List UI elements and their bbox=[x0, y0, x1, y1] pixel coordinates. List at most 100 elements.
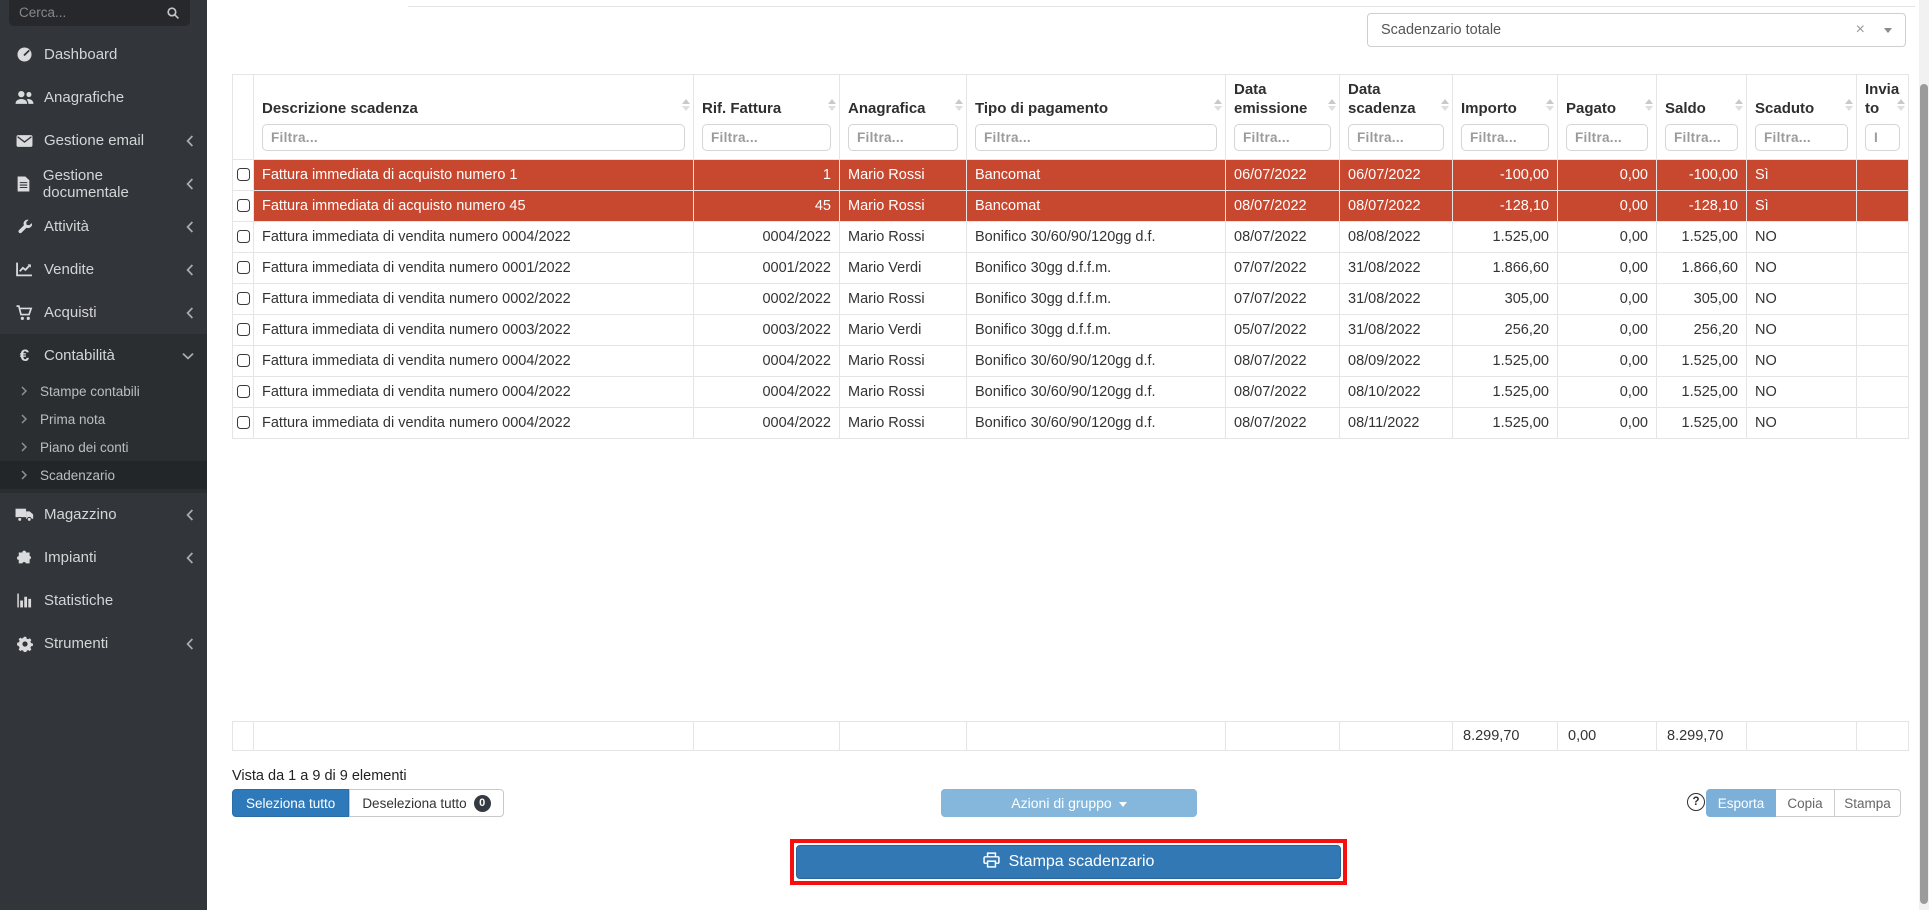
sort-icons[interactable] bbox=[1735, 99, 1743, 111]
sort-icons[interactable] bbox=[1214, 99, 1222, 111]
filter-input-tipo[interactable] bbox=[975, 124, 1217, 151]
column-header-scaduto[interactable]: Scaduto bbox=[1747, 75, 1857, 160]
row-checkbox[interactable] bbox=[237, 261, 250, 274]
column-header-anagrafica[interactable]: Anagrafica bbox=[840, 75, 967, 160]
clear-icon[interactable]: × bbox=[1856, 22, 1865, 38]
column-label: Saldo bbox=[1665, 100, 1738, 119]
cell-anagrafica: Mario Rossi bbox=[840, 376, 967, 407]
sort-icons[interactable] bbox=[1645, 99, 1653, 111]
row-checkbox[interactable] bbox=[237, 230, 250, 243]
filter-input-emissione[interactable] bbox=[1234, 124, 1331, 151]
cell-inviato bbox=[1857, 159, 1909, 190]
column-header-rif[interactable]: Rif. Fattura bbox=[694, 75, 840, 160]
search-input[interactable] bbox=[19, 5, 160, 20]
sidebar-item-vendite[interactable]: Vendite bbox=[0, 248, 207, 291]
column-header-inviato[interactable]: Inviato bbox=[1857, 75, 1909, 160]
print-button[interactable]: Stampa bbox=[1835, 789, 1901, 817]
sort-icons[interactable] bbox=[1845, 99, 1853, 111]
row-checkbox[interactable] bbox=[237, 292, 250, 305]
sidebar-item-contabilit[interactable]: €Contabilità bbox=[0, 334, 207, 377]
filter-input-inviato[interactable] bbox=[1865, 124, 1900, 151]
sidebar-item-dashboard[interactable]: Dashboard bbox=[0, 33, 207, 76]
chevron-down-icon[interactable] bbox=[1884, 28, 1892, 33]
euro-icon: € bbox=[13, 347, 36, 364]
cell-scadenza: 08/11/2022 bbox=[1340, 407, 1453, 438]
table-row: Fattura immediata di vendita numero 0004… bbox=[233, 407, 1909, 438]
filter-input-descrizione[interactable] bbox=[262, 124, 685, 151]
copy-button[interactable]: Copia bbox=[1776, 789, 1835, 817]
row-checkbox[interactable] bbox=[237, 199, 250, 212]
column-header-scadenza[interactable]: Data scadenza bbox=[1340, 75, 1453, 160]
total-anagrafica bbox=[840, 722, 967, 751]
deselect-all-button[interactable]: Deseleziona tutto 0 bbox=[349, 789, 503, 817]
sidebar-item-label: Piano dei conti bbox=[40, 440, 129, 455]
sidebar-item-stampe-contabili[interactable]: Stampe contabili bbox=[0, 377, 207, 405]
filter-input-pagato[interactable] bbox=[1566, 124, 1648, 151]
row-checkbox[interactable] bbox=[237, 354, 250, 367]
filter-input-anagrafica[interactable] bbox=[848, 124, 958, 151]
cell-pagato: 0,00 bbox=[1558, 252, 1657, 283]
help-icon[interactable]: ? bbox=[1687, 793, 1705, 811]
sort-icons[interactable] bbox=[1328, 99, 1336, 111]
sidebar-item-gestione-email[interactable]: Gestione email bbox=[0, 119, 207, 162]
filter-input-saldo[interactable] bbox=[1665, 124, 1738, 151]
search-icon[interactable] bbox=[166, 6, 180, 20]
sidebar-item-magazzino[interactable]: Magazzino bbox=[0, 493, 207, 536]
stampa-scadenzario-button[interactable]: Stampa scadenzario bbox=[796, 845, 1341, 879]
cell-tipo: Bonifico 30/60/90/120gg d.f. bbox=[967, 221, 1226, 252]
scrollbar-thumb[interactable] bbox=[1920, 84, 1928, 904]
sidebar-item-acquisti[interactable]: Acquisti bbox=[0, 291, 207, 334]
column-header-tipo[interactable]: Tipo di pagamento bbox=[967, 75, 1226, 160]
row-checkbox[interactable] bbox=[237, 416, 250, 429]
sidebar-item-anagrafiche[interactable]: Anagrafiche bbox=[0, 76, 207, 119]
chevron-left-icon bbox=[186, 135, 194, 147]
sidebar-item-piano-dei-conti[interactable]: Piano dei conti bbox=[0, 433, 207, 461]
filter-input-importo[interactable] bbox=[1461, 124, 1549, 151]
row-checkbox[interactable] bbox=[237, 385, 250, 398]
filter-input-rif[interactable] bbox=[702, 124, 831, 151]
filter-input-scadenza[interactable] bbox=[1348, 124, 1444, 151]
sort-icons[interactable] bbox=[1441, 99, 1449, 111]
column-header-pagato[interactable]: Pagato bbox=[1558, 75, 1657, 160]
sidebar-item-gestione-documentale[interactable]: Gestione documentale bbox=[0, 162, 207, 205]
checkbox-cell bbox=[233, 345, 254, 376]
select-all-button[interactable]: Seleziona tutto bbox=[232, 789, 349, 817]
sidebar-item-scadenzario[interactable]: Scadenzario bbox=[0, 461, 207, 489]
sidebar-item-statistiche[interactable]: Statistiche bbox=[0, 579, 207, 622]
column-header-saldo[interactable]: Saldo bbox=[1657, 75, 1747, 160]
cell-rif: 0003/2022 bbox=[694, 314, 840, 345]
sidebar-item-attivit[interactable]: Attività bbox=[0, 205, 207, 248]
sort-icons[interactable] bbox=[1897, 99, 1905, 111]
column-header-descrizione[interactable]: Descrizione scadenza bbox=[254, 75, 694, 160]
chevron-right-icon bbox=[21, 470, 27, 480]
cell-anagrafica: Mario Rossi bbox=[840, 221, 967, 252]
group-actions-button[interactable]: Azioni di gruppo bbox=[941, 789, 1197, 817]
sort-icons[interactable] bbox=[1546, 99, 1554, 111]
sidebar: DashboardAnagraficheGestione emailGestio… bbox=[0, 0, 207, 910]
sidebar-item-impianti[interactable]: Impianti bbox=[0, 536, 207, 579]
sort-icons[interactable] bbox=[955, 99, 963, 111]
row-checkbox[interactable] bbox=[237, 323, 250, 336]
column-header-emissione[interactable]: Data emissione bbox=[1226, 75, 1340, 160]
sidebar-item-label: Strumenti bbox=[44, 635, 108, 652]
total-saldo: 8.299,70 bbox=[1657, 722, 1747, 751]
cell-anagrafica: Mario Rossi bbox=[840, 190, 967, 221]
column-label: Descrizione scadenza bbox=[262, 100, 685, 119]
column-header-importo[interactable]: Importo bbox=[1453, 75, 1558, 160]
sort-icons[interactable] bbox=[682, 99, 690, 111]
scrollbar[interactable] bbox=[1919, 0, 1929, 910]
cell-importo: -128,10 bbox=[1453, 190, 1558, 221]
table-row: Fattura immediata di vendita numero 0001… bbox=[233, 252, 1909, 283]
cell-rif: 0002/2022 bbox=[694, 283, 840, 314]
sidebar-item-label: Stampe contabili bbox=[40, 384, 140, 399]
sidebar-item-strumenti[interactable]: Strumenti bbox=[0, 622, 207, 665]
sidebar-item-prima-nota[interactable]: Prima nota bbox=[0, 405, 207, 433]
export-button[interactable]: Esporta bbox=[1706, 789, 1776, 817]
total-inviato bbox=[1857, 722, 1909, 751]
view-selector[interactable]: Scadenzario totale × bbox=[1367, 13, 1906, 47]
cell-scadenza: 06/07/2022 bbox=[1340, 159, 1453, 190]
sort-icons[interactable] bbox=[828, 99, 836, 111]
filter-input-scaduto[interactable] bbox=[1755, 124, 1848, 151]
cell-anagrafica: Mario Rossi bbox=[840, 345, 967, 376]
row-checkbox[interactable] bbox=[237, 168, 250, 181]
